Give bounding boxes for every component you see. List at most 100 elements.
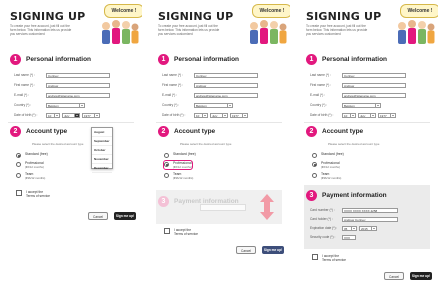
terms-row[interactable]: I accept the Terms of service [312, 254, 346, 262]
last-name-label: Last name (*) : [162, 73, 183, 77]
dob-label: Date of birth (*) : [14, 113, 38, 117]
cancel-button[interactable]: Cancel [236, 246, 256, 254]
card-holder-row: Card holder (*) : Andrew Cortney [310, 216, 398, 222]
card-number-row: Card number (*) : XXXX XXXX XXXX 4258 [310, 207, 398, 213]
radio-label-group: Team (€96/12 months) [321, 172, 341, 180]
email-input[interactable]: andrew@sitename.com [194, 92, 258, 98]
chevron-down-icon[interactable] [243, 112, 248, 118]
chevron-down-icon[interactable] [55, 112, 60, 118]
country-row: Country (*) : Belgium [162, 102, 233, 108]
radio-button[interactable] [164, 161, 169, 167]
card-holder-input[interactable]: Andrew Cortney [342, 216, 398, 222]
radio-button[interactable] [312, 152, 317, 158]
first-name-input[interactable]: Andrew [342, 82, 406, 88]
country-select[interactable]: Belgium [46, 102, 85, 108]
step-number: 2 [158, 125, 169, 137]
month-option[interactable]: November [92, 155, 112, 164]
exp-month-select[interactable]: 05 [342, 225, 357, 231]
terms-row[interactable]: I accept the Terms of service [164, 228, 198, 236]
card-number-label: Card number (*) : [310, 208, 335, 212]
account-option-team[interactable]: Team (€96/12 months) [16, 172, 45, 180]
chevron-down-icon[interactable] [95, 112, 100, 118]
dob-year-select[interactable]: 1977 [378, 112, 396, 118]
country-label: Country (*) : [14, 103, 32, 107]
account-option-professional[interactable]: Professional (€6/12 months) [163, 160, 193, 170]
terms-link[interactable]: Terms of service [26, 194, 50, 198]
dob-month-select[interactable]: July [210, 112, 228, 118]
sign-up-button[interactable]: Sign me up! [410, 272, 432, 280]
placeholder-field [200, 204, 246, 211]
terms-link[interactable]: Terms of service [174, 232, 198, 236]
country-select[interactable]: Belgium [342, 102, 381, 108]
last-name-input[interactable]: Cortney [194, 72, 258, 78]
dob-day-select[interactable]: 10 [46, 112, 60, 118]
chevron-down-icon[interactable] [228, 102, 233, 108]
chevron-down-icon[interactable] [371, 112, 376, 118]
chevron-down-icon[interactable] [203, 112, 208, 118]
account-option-standard[interactable]: Standard (free) [16, 152, 48, 158]
account-option-professional[interactable]: Professional (€6/12 months) [312, 161, 340, 169]
chevron-down-icon[interactable] [352, 225, 357, 231]
security-code-input[interactable]: XXX [342, 234, 356, 240]
step-number: 1 [10, 53, 21, 65]
terms-checkbox[interactable] [312, 254, 318, 260]
radio-button[interactable] [16, 161, 21, 167]
first-name-input[interactable]: Andrew [194, 82, 258, 88]
month-option[interactable]: December [92, 164, 112, 173]
last-name-row: Last name (*) : Cortney [162, 72, 258, 78]
chevron-down-icon[interactable] [80, 102, 85, 108]
email-label: E-mail (*) : [14, 93, 30, 97]
sign-up-button[interactable]: Sign me up! [114, 212, 136, 220]
radio-button[interactable] [164, 152, 169, 158]
radio-label: Standard (free) [25, 152, 48, 156]
month-option[interactable]: October [92, 146, 112, 155]
last-name-input[interactable]: Cortney [342, 72, 406, 78]
account-option-standard[interactable]: Standard (free) [164, 152, 196, 158]
account-option-standard[interactable]: Standard (free) [312, 152, 344, 158]
card-number-input[interactable]: XXXX XXXX XXXX 4258 [342, 207, 398, 213]
radio-button[interactable] [16, 172, 21, 178]
email-input[interactable]: andrew@sitename.com [342, 92, 406, 98]
dob-day-select[interactable]: 10 [194, 112, 208, 118]
country-select[interactable]: Belgium [194, 102, 233, 108]
terms-row[interactable]: I accept the Terms of service [16, 190, 50, 198]
email-input[interactable]: andrew@sitename.com [46, 92, 110, 98]
chevron-down-icon[interactable] [391, 112, 396, 118]
month-option[interactable]: September [92, 137, 112, 146]
dob-month-select[interactable]: July [62, 112, 80, 118]
first-name-input[interactable]: Andrew [46, 82, 110, 88]
last-name-label: Last name (*) : [14, 73, 35, 77]
radio-button[interactable] [312, 172, 317, 178]
radio-sublabel: (€96/12 months) [173, 176, 194, 180]
radio-button[interactable] [16, 152, 21, 158]
step-number: 3 [306, 189, 317, 201]
account-option-team[interactable]: Team (€96/12 months) [312, 172, 341, 180]
terms-link[interactable]: Terms of service [322, 258, 346, 262]
cancel-button[interactable]: Cancel [384, 272, 404, 280]
dob-year-select[interactable]: 1977 [82, 112, 100, 118]
sign-up-button[interactable]: Sign me up! [262, 246, 284, 254]
last-name-input[interactable]: Cortney [46, 72, 110, 78]
expiration-row: Expiration date (*) : 05 2015 [310, 225, 377, 231]
dob-year-value: 1977 [230, 112, 243, 118]
chevron-down-icon[interactable] [351, 112, 356, 118]
cancel-button[interactable]: Cancel [88, 212, 108, 220]
account-option-team[interactable]: Team (€96/12 months) [164, 172, 193, 180]
account-option-professional[interactable]: Professional (€6/12 months) [16, 161, 44, 169]
dob-label: Date of birth (*) : [162, 113, 186, 117]
exp-year-select[interactable]: 2015 [359, 225, 377, 231]
chevron-down-icon[interactable] [376, 102, 381, 108]
divider [8, 122, 134, 123]
radio-button[interactable] [164, 172, 169, 178]
dob-day-select[interactable]: 10 [342, 112, 356, 118]
dob-month-select[interactable]: July [358, 112, 376, 118]
chevron-down-icon[interactable] [223, 112, 228, 118]
dob-year-select[interactable]: 1977 [230, 112, 248, 118]
chevron-down-icon[interactable] [372, 225, 377, 231]
terms-checkbox[interactable] [164, 228, 170, 234]
chevron-down-icon[interactable] [75, 112, 80, 118]
radio-sublabel: (€6/12 months) [25, 165, 44, 169]
page-subtitle: To create your free account, just fill o… [158, 24, 220, 36]
terms-checkbox[interactable] [16, 190, 22, 196]
radio-button[interactable] [312, 161, 317, 167]
